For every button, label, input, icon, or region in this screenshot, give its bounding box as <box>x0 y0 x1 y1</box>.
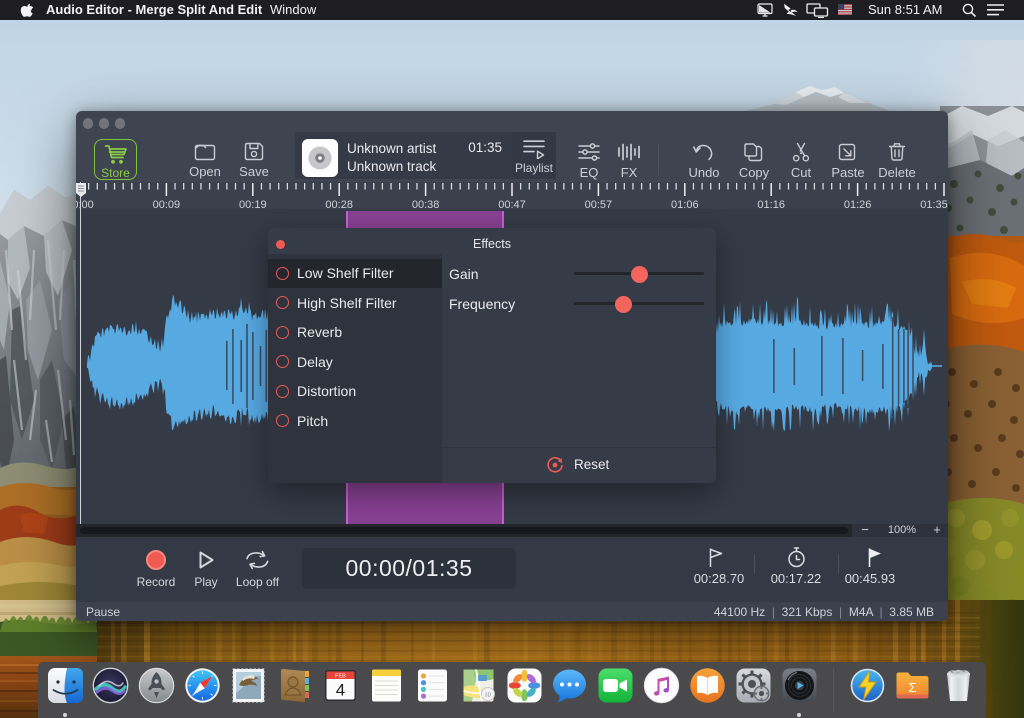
svg-text:00:57: 00:57 <box>585 199 613 209</box>
svg-text:01:06: 01:06 <box>671 199 699 209</box>
svg-text:Σ: Σ <box>909 680 917 695</box>
svg-text:01:26: 01:26 <box>844 199 872 209</box>
svg-text:3D: 3D <box>484 693 491 699</box>
svg-text:00:28: 00:28 <box>325 199 353 209</box>
svg-text:4: 4 <box>336 681 345 700</box>
svg-text:01:35: 01:35 <box>920 199 948 209</box>
svg-text:00:09: 00:09 <box>153 199 181 209</box>
svg-text:FEB: FEB <box>335 673 346 679</box>
svg-text:01:16: 01:16 <box>757 199 785 209</box>
svg-text:00:00: 00:00 <box>76 199 94 209</box>
svg-text:00:47: 00:47 <box>498 199 526 209</box>
svg-text:00:19: 00:19 <box>239 199 267 209</box>
svg-text:00:38: 00:38 <box>412 199 440 209</box>
